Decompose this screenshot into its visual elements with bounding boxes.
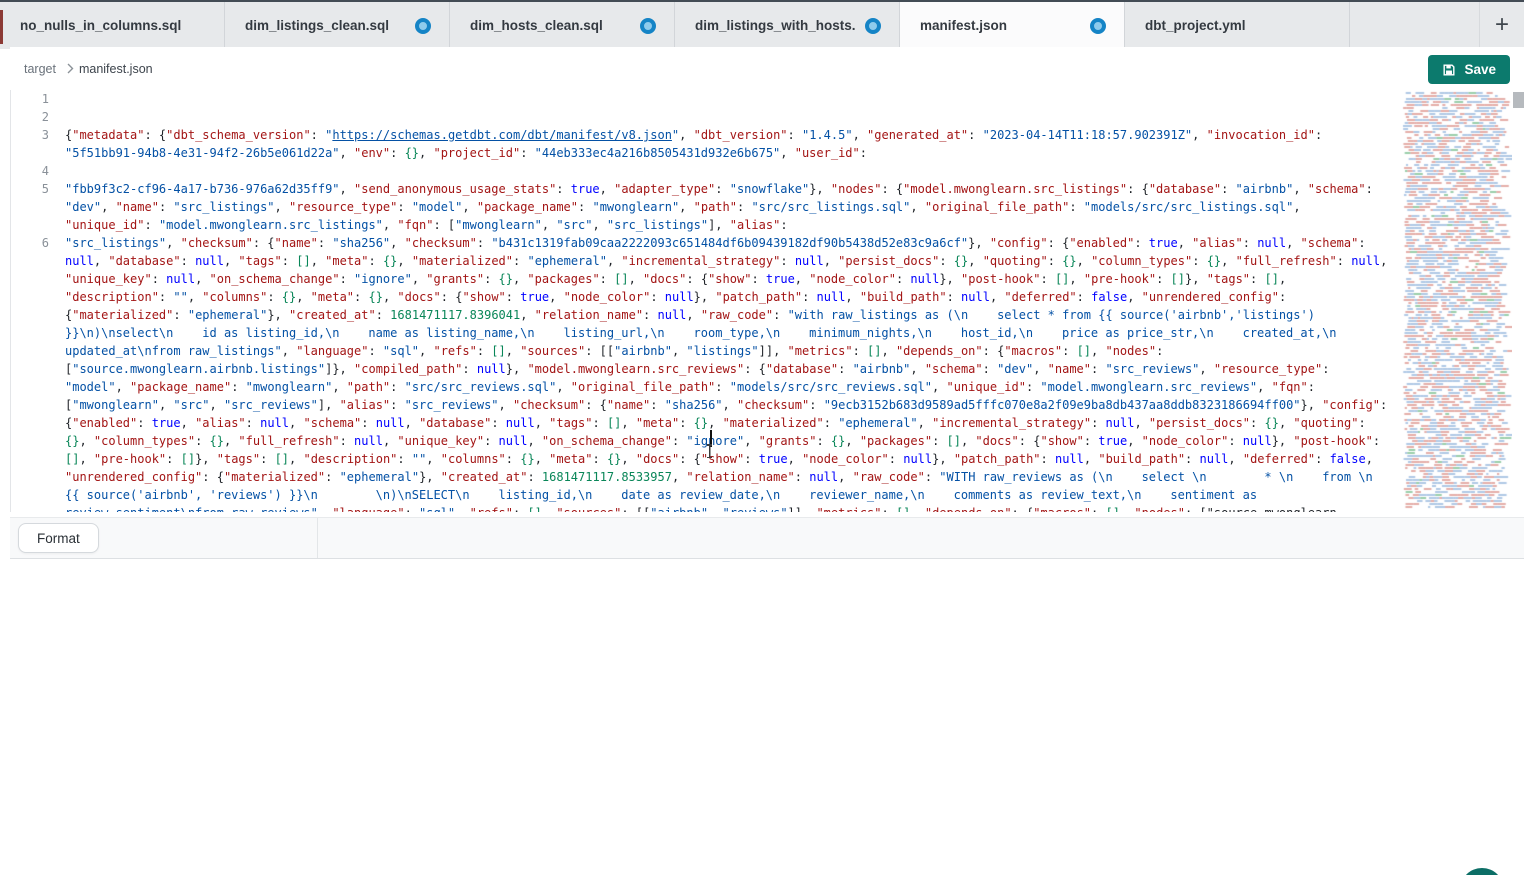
code-line-row: 2 [11,108,1390,126]
tab-dbt-project-yml[interactable]: dbt_project.yml [1125,2,1350,49]
code-line-row: 3 {"metadata": {"dbt_schema_version": "h… [11,126,1390,162]
tab-manifest-json[interactable]: manifest.json [900,2,1125,49]
editor-footer: Format [10,517,1524,559]
code-line[interactable]: "fbb9f3c2-cf96-4a17-b736-976a62d35ff9", … [49,180,1390,234]
tab-label: no_nulls_in_columns.sql [20,18,181,33]
unsaved-changes-dot-icon [415,18,431,34]
window-edge-accent [0,10,3,44]
line-number: 4 [11,162,49,180]
breadcrumb-bar: target manifest.json Save [10,47,1524,91]
code-line[interactable]: "src_listings", "checksum": {"name": "sh… [49,234,1390,512]
line-number: 2 [11,108,49,126]
ide-window: no_nulls_in_columns.sql dim_listings_cle… [0,0,1524,875]
unsaved-changes-dot-icon [640,18,656,34]
tab-dim-listings-with-hosts[interactable]: dim_listings_with_hosts.sql [675,2,900,49]
code-line[interactable]: {"metadata": {"dbt_schema_version": "htt… [49,126,1390,162]
help-chat-bubble[interactable] [1460,868,1504,875]
tab-label: dim_listings_clean.sql [245,18,389,33]
plus-icon: + [1495,13,1509,37]
mouse-ibeam-cursor [705,444,714,458]
tab-label: manifest.json [920,18,1007,33]
code-editor[interactable]: 1 2 3 {"metadata": {"dbt_schema_version"… [10,90,1524,512]
code-line-row: 5 "fbb9f3c2-cf96-4a17-b736-976a62d35ff9"… [11,180,1390,234]
unsaved-changes-dot-icon [865,18,881,34]
footer-divider [317,518,318,558]
breadcrumb-file: manifest.json [79,62,153,76]
breadcrumb-folder: target [24,62,56,76]
tab-label: dbt_project.yml [1145,18,1246,33]
line-number: 6 [11,234,49,252]
code-line-row: 4 [11,162,1390,180]
new-tab-button[interactable]: + [1480,2,1524,49]
tab-dim-listings-clean[interactable]: dim_listings_clean.sql [225,2,450,49]
format-button[interactable]: Format [18,523,99,553]
code-line[interactable] [49,90,1390,108]
save-icon [1442,63,1456,77]
tab-no-nulls-in-columns[interactable]: no_nulls_in_columns.sql [0,2,225,49]
line-number: 5 [11,180,49,198]
code-lines: 1 2 3 {"metadata": {"dbt_schema_version"… [11,90,1524,512]
chevron-right-icon [66,63,75,74]
breadcrumb: target manifest.json [24,62,153,76]
code-line-row: 6 "src_listings", "checksum": {"name": "… [11,234,1390,512]
tab-bar: no_nulls_in_columns.sql dim_listings_cle… [0,0,1524,49]
tab-label: dim_hosts_clean.sql [470,18,603,33]
code-line[interactable] [49,108,1390,126]
line-number: 1 [11,90,49,108]
line-number: 3 [11,126,49,144]
tab-bar-filler [1350,2,1480,49]
unsaved-changes-dot-icon [1090,18,1106,34]
scrollbar-thumb[interactable] [1513,92,1524,108]
code-line[interactable] [49,162,1390,180]
tab-dim-hosts-clean[interactable]: dim_hosts_clean.sql [450,2,675,49]
minimap[interactable] [1400,90,1512,510]
tab-label: dim_listings_with_hosts.sql [695,18,855,33]
save-label: Save [1464,62,1496,77]
code-line-row: 1 [11,90,1390,108]
save-button[interactable]: Save [1428,55,1510,84]
